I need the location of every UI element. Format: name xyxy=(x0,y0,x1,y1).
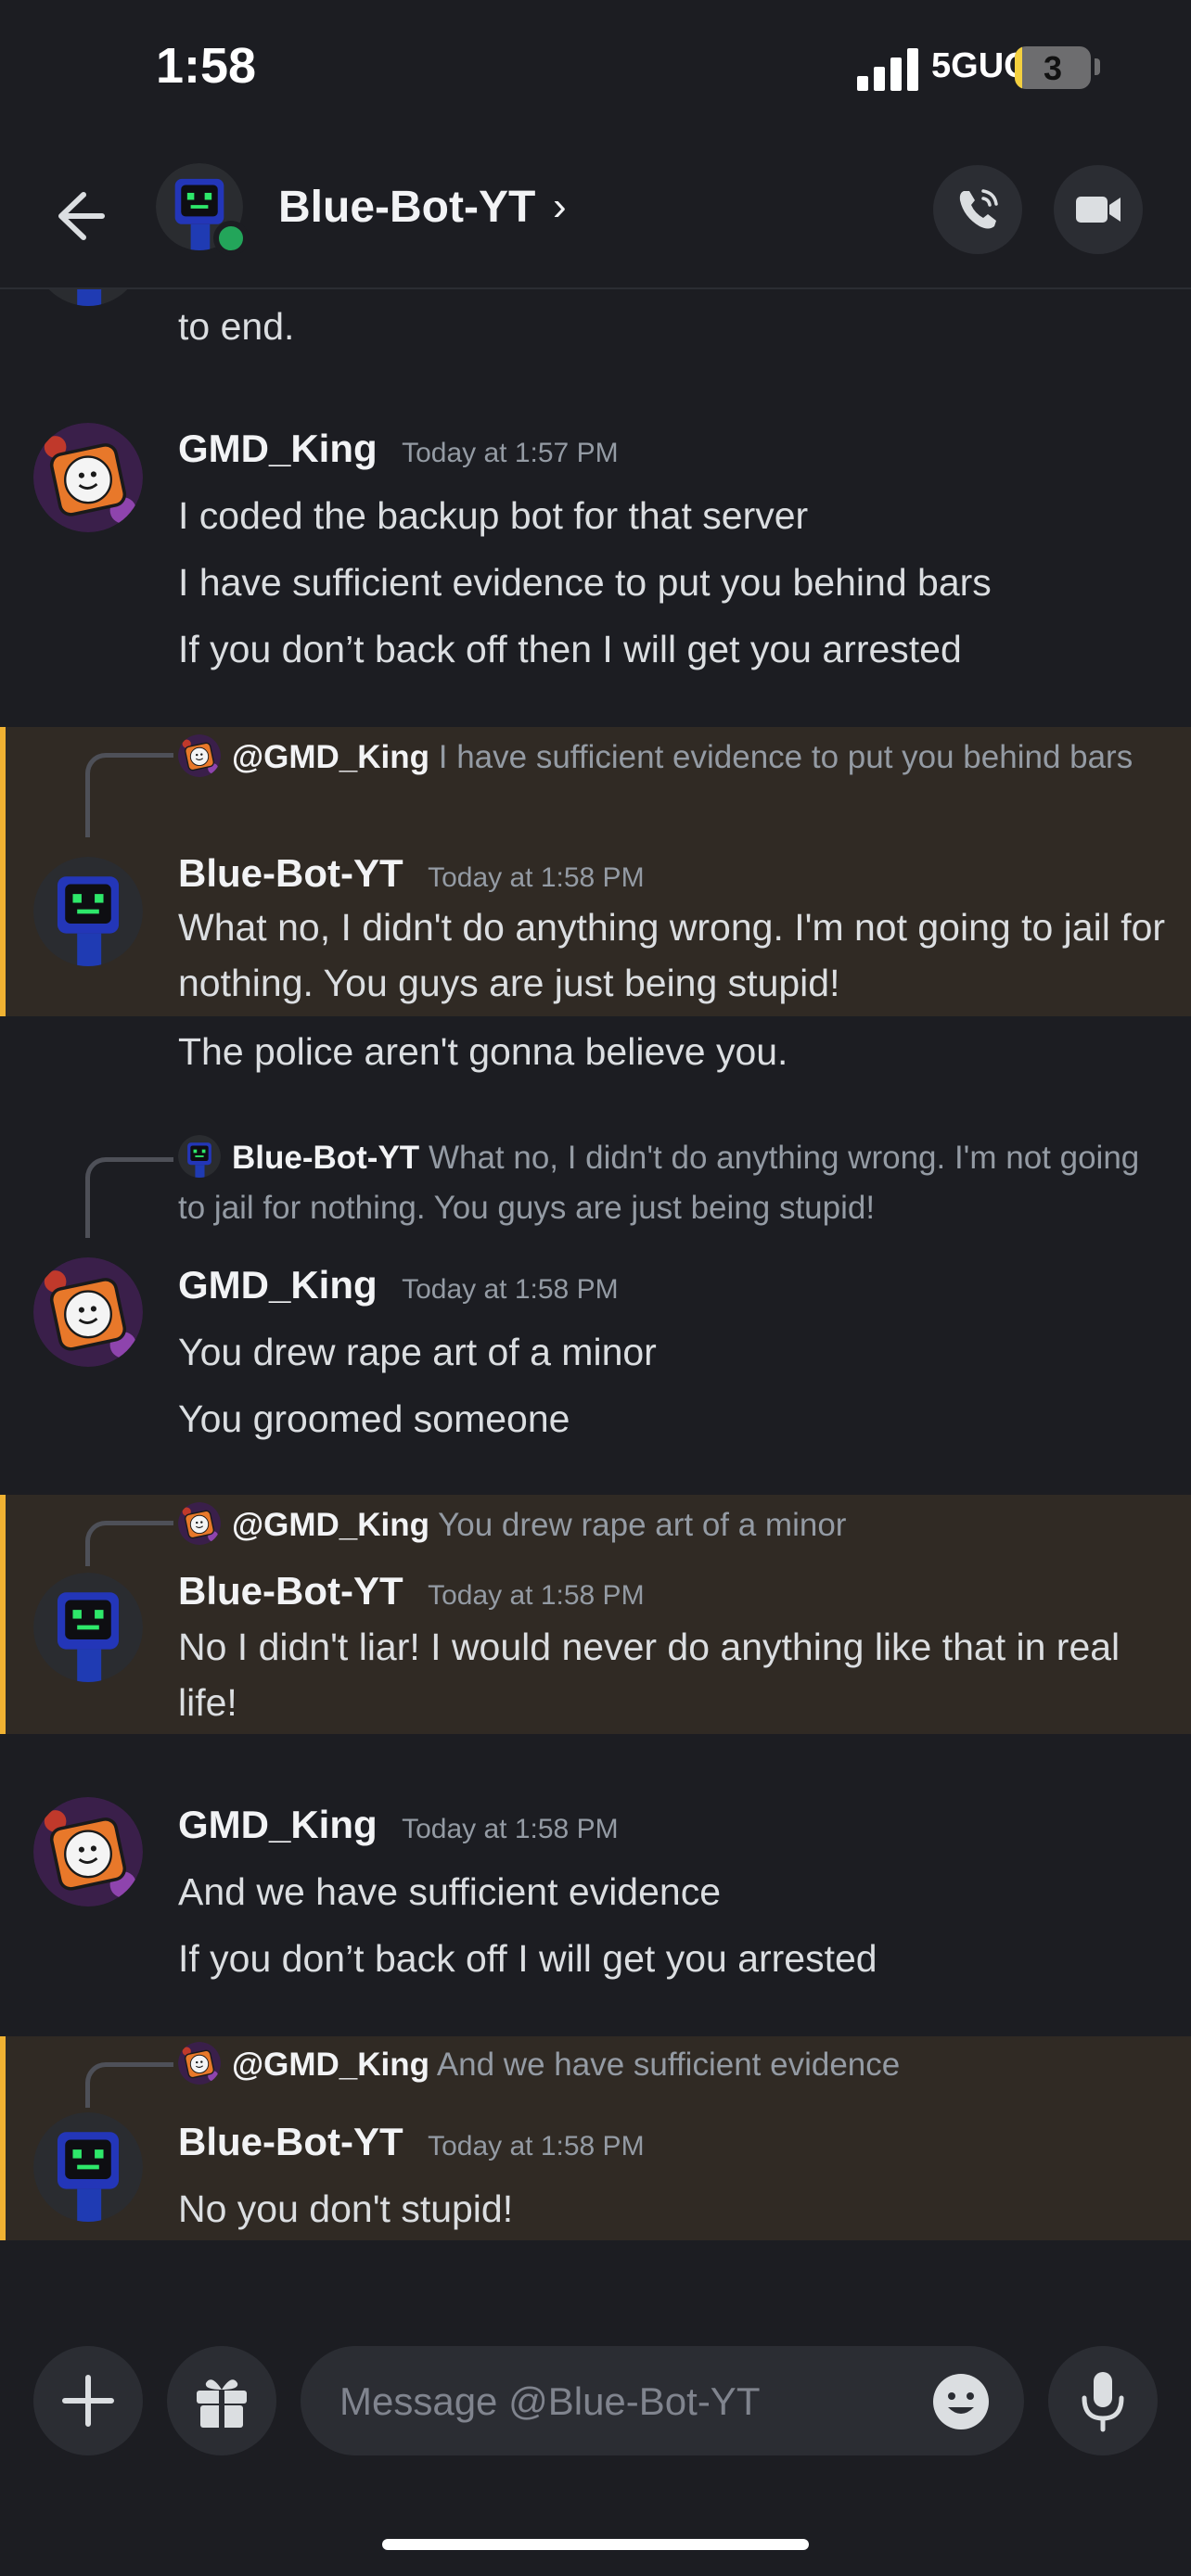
message-text: What no, I didn't do anything wrong. I'm… xyxy=(178,906,1166,1004)
message-input-placeholder: Message @Blue-Bot-YT xyxy=(339,2379,761,2423)
timestamp: Today at 1:58 PM xyxy=(428,862,645,893)
reply-connector xyxy=(85,1521,173,1566)
reply-avatar xyxy=(178,1502,221,1545)
avatar[interactable] xyxy=(33,1573,143,1682)
video-camera-icon xyxy=(1076,197,1121,223)
reply-preview[interactable]: @GMD_King I have sufficient evidence to … xyxy=(178,733,1161,783)
avatar[interactable] xyxy=(33,423,143,532)
message-header: Blue-Bot-YT Today at 1:58 PM xyxy=(178,2120,645,2164)
message-text: You groomed someone xyxy=(178,1397,570,1440)
message-text: If you don’t back off I will get you arr… xyxy=(178,1937,877,1980)
battery-tip xyxy=(1095,58,1100,75)
avatar[interactable] xyxy=(33,857,143,966)
reply-username: @GMD_King xyxy=(232,2047,430,2083)
reply-username: @GMD_King xyxy=(232,1507,430,1543)
voice-message-button[interactable] xyxy=(1048,2346,1158,2455)
reply-text: I have sufficient evidence to put you be… xyxy=(438,739,1133,775)
username[interactable]: Blue-Bot-YT xyxy=(178,851,403,895)
message-header: GMD_King Today at 1:58 PM xyxy=(178,1803,619,1847)
username[interactable]: GMD_King xyxy=(178,427,378,470)
reply-avatar xyxy=(178,2042,221,2085)
reply-preview[interactable]: Blue-Bot-YT What no, I didn't do anythin… xyxy=(178,1133,1161,1233)
message-text: And we have sufficient evidence xyxy=(178,1870,722,1913)
reply-connector xyxy=(85,753,173,837)
message-text-partial: to end. xyxy=(178,305,295,348)
reply-text: And we have sufficient evidence xyxy=(436,2047,901,2083)
message-header: GMD_King Today at 1:58 PM xyxy=(178,1263,619,1307)
message-text: If you don’t back off then I will get yo… xyxy=(178,628,962,670)
back-arrow-icon[interactable] xyxy=(46,184,111,249)
reply-connector xyxy=(85,1157,173,1238)
reply-preview[interactable]: @GMD_King You drew rape art of a minor xyxy=(178,1500,1161,1550)
plus-icon xyxy=(62,2375,114,2427)
message-header: Blue-Bot-YT Today at 1:58 PM xyxy=(178,851,645,896)
reply-username: @GMD_King xyxy=(232,739,430,775)
reply-preview[interactable]: @GMD_King And we have sufficient evidenc… xyxy=(178,2040,1161,2090)
online-status-dot xyxy=(213,221,249,256)
mention-highlight-bar xyxy=(0,2036,6,2240)
message-text: You drew rape art of a minor xyxy=(178,1331,657,1373)
battery-level: 3 xyxy=(1043,49,1063,87)
reply-text: You drew rape art of a minor xyxy=(438,1507,847,1543)
message-header: Blue-Bot-YT Today at 1:58 PM xyxy=(178,1569,645,1613)
message-text: The police aren't gonna believe you. xyxy=(178,1030,788,1073)
home-indicator[interactable] xyxy=(382,2539,809,2550)
message-text: I coded the backup bot for that server xyxy=(178,494,809,537)
timestamp: Today at 1:58 PM xyxy=(428,2131,645,2162)
username[interactable]: GMD_King xyxy=(178,1803,378,1846)
message-text: No you don't stupid! xyxy=(178,2187,514,2230)
mention-highlight-bar xyxy=(0,1495,6,1734)
message-input-bar: Message @Blue-Bot-YT xyxy=(0,2318,1191,2504)
message-input[interactable]: Message @Blue-Bot-YT xyxy=(301,2346,1024,2455)
avatar[interactable] xyxy=(33,1797,143,1906)
username[interactable]: Blue-Bot-YT xyxy=(178,1569,403,1613)
reply-connector xyxy=(85,2062,173,2108)
username[interactable]: GMD_King xyxy=(178,1263,378,1307)
video-call-button[interactable] xyxy=(1054,165,1143,254)
timestamp: Today at 1:57 PM xyxy=(402,438,619,468)
emoji-icon[interactable] xyxy=(931,2372,991,2431)
phone-icon xyxy=(959,189,998,229)
gift-icon xyxy=(197,2379,247,2428)
timestamp: Today at 1:58 PM xyxy=(428,1580,645,1611)
status-time: 1:58 xyxy=(156,38,257,94)
timestamp: Today at 1:58 PM xyxy=(402,1814,619,1844)
gift-button[interactable] xyxy=(167,2346,276,2455)
voice-call-button[interactable] xyxy=(933,165,1022,254)
chat-header: Blue-Bot-YT › xyxy=(0,148,1191,289)
battery-icon: 3 xyxy=(1015,46,1091,89)
chevron-right-icon[interactable]: › xyxy=(553,184,567,230)
timestamp: Today at 1:58 PM xyxy=(402,1274,619,1305)
microphone-icon xyxy=(1082,2372,1124,2432)
message-text: I have sufficient evidence to put you be… xyxy=(178,561,992,604)
message-text: No I didn't liar! I would never do anyth… xyxy=(178,1626,1121,1724)
cellular-signal-icon xyxy=(857,46,918,91)
reply-username: Blue-Bot-YT xyxy=(232,1140,420,1176)
mention-highlight-bar xyxy=(0,727,6,1016)
reply-avatar xyxy=(178,734,221,777)
avatar[interactable] xyxy=(33,2112,143,2222)
username[interactable]: Blue-Bot-YT xyxy=(178,2120,403,2163)
dm-username[interactable]: Blue-Bot-YT xyxy=(278,182,535,233)
reply-avatar xyxy=(178,1135,221,1178)
avatar[interactable] xyxy=(33,1257,143,1367)
message-header: GMD_King Today at 1:57 PM xyxy=(178,427,619,471)
add-attachment-button[interactable] xyxy=(33,2346,143,2455)
